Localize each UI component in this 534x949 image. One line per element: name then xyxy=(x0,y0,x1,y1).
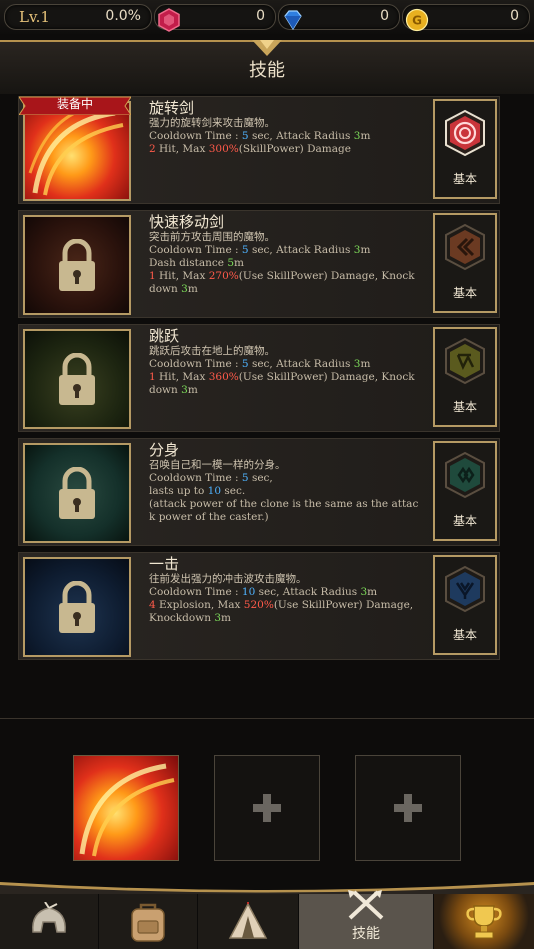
equip-slot-2[interactable] xyxy=(214,755,320,861)
skill-card-spin-sword[interactable]: 装备中 旋转剑 强力的旋转剑来攻击魔物。 Cooldown Time : 5 s… xyxy=(18,96,500,204)
skill-card-strike[interactable]: 一击 往前发出强力的冲击波攻击魔物。 Cooldown Time : 10 se… xyxy=(18,552,500,660)
skill-damage-line: 4 Explosion, Max 520%(Use SkillPower) Da… xyxy=(149,599,414,611)
skill-type-badge[interactable]: 基本 xyxy=(433,327,497,427)
skill-cooldown-line: Cooldown Time : 5 sec, xyxy=(149,472,273,484)
skill-desc: 强力的旋转剑来攻击魔物。 xyxy=(149,117,275,129)
skill-note-line-2: k power of the caster.) xyxy=(149,511,269,523)
skill-image-strike xyxy=(23,557,131,657)
skill-cooldown-line: Cooldown Time : 10 sec, Attack Radius 3m xyxy=(149,586,378,598)
swords-icon xyxy=(348,890,384,920)
skill-name: 跳跃 xyxy=(149,327,180,345)
strike-rune-icon xyxy=(445,565,485,613)
skill-info: 一击 往前发出强力的冲击波攻击魔物。 Cooldown Time : 10 se… xyxy=(149,553,439,625)
bottom-frame-ornament xyxy=(0,882,534,894)
lock-icon xyxy=(59,353,95,405)
skill-type-badge[interactable]: 基本 xyxy=(433,99,497,199)
skill-damage-line: 2 Hit, Max 300%(SkillPower) Damage xyxy=(149,143,351,155)
red-gem-icon xyxy=(158,8,180,32)
skill-type-badge[interactable]: 基本 xyxy=(433,213,497,313)
skill-info: 分身 召唤自己和一模一样的分身。 Cooldown Time : 5 sec, … xyxy=(149,439,439,524)
gold-coin-icon: G xyxy=(405,8,429,32)
skill-knockdown-line: down 3m xyxy=(149,283,198,295)
skill-card-dash-sword[interactable]: 快速移动剑 突击前方攻击周围的魔物。 Cooldown Time : 5 sec… xyxy=(18,210,500,318)
jump-rune-icon xyxy=(445,337,485,385)
skill-desc: 召唤自己和一模一样的分身。 xyxy=(149,459,286,471)
nav-inventory[interactable] xyxy=(99,894,198,949)
blue-diamond-icon xyxy=(284,10,302,31)
bottom-nav: 技能 xyxy=(0,890,534,949)
skill-card-jump[interactable]: 跳跃 跳跃后攻击在地上的魔物。 Cooldown Time : 5 sec, A… xyxy=(18,324,500,432)
nav-character[interactable] xyxy=(0,894,99,949)
skill-name: 快速移动剑 xyxy=(149,213,225,231)
gold-pill[interactable]: G 0 xyxy=(402,4,530,32)
diamond-count: 0 xyxy=(380,8,389,24)
skill-cooldown-line: Cooldown Time : 5 sec, Attack Radius 3m xyxy=(149,358,371,370)
nav-camp[interactable] xyxy=(198,894,299,949)
lock-icon xyxy=(59,467,95,519)
skill-info: 快速移动剑 突击前方攻击周围的魔物。 Cooldown Time : 5 sec… xyxy=(149,211,439,296)
badge-label: 基本 xyxy=(452,286,477,300)
equipped-label: 装备中 xyxy=(56,97,93,111)
clone-rune-icon xyxy=(445,451,485,499)
skill-image-clone xyxy=(23,443,131,543)
skill-name: 旋转剑 xyxy=(149,99,195,117)
plus-icon xyxy=(394,794,422,822)
backpack-icon xyxy=(131,903,165,942)
gold-count: 0 xyxy=(510,8,519,24)
skill-damage-line: 1 Hit, Max 360%(Use SkillPower) Damage, … xyxy=(149,371,415,383)
resource-bar: Lv.1 0.0% 0 0 G 0 xyxy=(0,0,534,34)
skill-cooldown-line: Cooldown Time : 5 sec, Attack Radius 3m xyxy=(149,130,371,142)
equip-slot-3[interactable] xyxy=(355,755,461,861)
skill-knockdown-line: down 3m xyxy=(149,384,198,396)
skill-dash-line: Dash distance 5m xyxy=(149,257,244,269)
diamond-pill[interactable]: 0 xyxy=(278,4,400,31)
skill-type-badge[interactable]: 基本 xyxy=(433,441,497,541)
skill-knockdown-line: Knockdown 3m xyxy=(149,612,231,624)
skill-info: 跳跃 跳跃后攻击在地上的魔物。 Cooldown Time : 5 sec, A… xyxy=(149,325,439,397)
skill-image-spin-sword xyxy=(23,101,131,201)
slot-skill-image xyxy=(74,756,178,860)
skill-duration-line: lasts up to 10 sec. xyxy=(149,485,246,497)
nav-skills-label: 技能 xyxy=(352,926,380,942)
skill-damage-line: 1 Hit, Max 270%(Use SkillPower) Damage, … xyxy=(149,270,415,282)
badge-label: 基本 xyxy=(452,514,477,528)
page-title: 技能 xyxy=(249,60,285,81)
header-ornament-icon xyxy=(252,40,282,56)
level-label: Lv.1 xyxy=(19,8,50,26)
skill-card-clone[interactable]: 分身 召唤自己和一模一样的分身。 Cooldown Time : 5 sec, … xyxy=(18,438,500,546)
skill-image-jump xyxy=(23,329,131,429)
skill-name: 一击 xyxy=(149,555,180,573)
spiral-rune-icon xyxy=(445,109,485,157)
exp-percent: 0.0% xyxy=(105,8,141,24)
equip-slot-1[interactable] xyxy=(73,755,179,861)
skill-name: 分身 xyxy=(149,441,180,459)
trophy-icon xyxy=(466,905,502,939)
plus-icon xyxy=(253,794,281,822)
dash-rune-icon xyxy=(445,223,485,271)
badge-label: 基本 xyxy=(452,628,477,642)
nav-skills[interactable]: 技能 xyxy=(299,890,434,949)
badge-label: 基本 xyxy=(452,172,477,186)
nav-achievements[interactable] xyxy=(434,894,534,949)
level-pill: Lv.1 0.0% xyxy=(4,4,152,30)
helmet-icon xyxy=(32,902,66,933)
badge-label: 基本 xyxy=(452,400,477,414)
skill-desc: 突击前方攻击周围的魔物。 xyxy=(149,231,275,243)
skill-desc: 往前发出强力的冲击波攻击魔物。 xyxy=(149,573,307,585)
skill-info: 旋转剑 强力的旋转剑来攻击魔物。 Cooldown Time : 5 sec, … xyxy=(149,97,439,156)
skill-image-dash-sword xyxy=(23,215,131,315)
lock-icon xyxy=(59,581,95,633)
tent-icon xyxy=(228,902,268,939)
skill-desc: 跳跃后攻击在地上的魔物。 xyxy=(149,345,275,357)
svg-text:G: G xyxy=(412,14,422,28)
ruby-count: 0 xyxy=(256,8,265,24)
spin-sword-art xyxy=(28,105,124,196)
skill-cooldown-line: Cooldown Time : 5 sec, Attack Radius 3m xyxy=(149,244,371,256)
skill-note-line-1: (attack power of the clone is the same a… xyxy=(149,498,419,510)
ruby-pill[interactable]: 0 xyxy=(154,4,276,32)
skill-type-badge[interactable]: 基本 xyxy=(433,555,497,655)
lock-icon xyxy=(59,239,95,291)
section-divider xyxy=(0,718,534,719)
equipped-ribbon: 装备中 xyxy=(19,93,131,115)
